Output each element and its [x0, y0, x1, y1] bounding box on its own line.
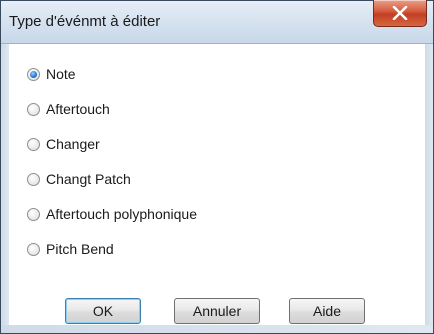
radio-option-aftertouch[interactable]: Aftertouch: [27, 98, 110, 120]
radio-button-checked[interactable]: [27, 67, 40, 81]
radio-label: Aftertouch polyphonique: [46, 206, 197, 222]
radio-option-pitch-bend[interactable]: Pitch Bend: [27, 238, 114, 260]
dialog-window: Type d'événmt à éditer Note Aftertouch C…: [0, 0, 434, 334]
radio-button[interactable]: [27, 242, 40, 256]
title-bar[interactable]: Type d'événmt à éditer: [1, 0, 433, 44]
radio-option-note[interactable]: Note: [27, 63, 76, 85]
radio-label: Pitch Bend: [46, 241, 114, 257]
help-button[interactable]: Aide: [289, 298, 365, 324]
close-icon: [392, 6, 408, 20]
window-frame-bottom: [1, 325, 433, 333]
radio-button[interactable]: [27, 137, 40, 151]
radio-label: Changer: [46, 136, 100, 152]
radio-option-aftertouch-polyphonique[interactable]: Aftertouch polyphonique: [27, 203, 197, 225]
window-frame-right: [425, 44, 433, 333]
radio-label: Note: [46, 66, 76, 82]
radio-label: Changt Patch: [46, 171, 131, 187]
radio-button[interactable]: [27, 172, 40, 186]
close-button[interactable]: [373, 0, 427, 27]
dialog-content: Note Aftertouch Changer Changt Patch Aft…: [9, 44, 425, 325]
cancel-button[interactable]: Annuler: [174, 298, 260, 324]
radio-button[interactable]: [27, 102, 40, 116]
radio-option-changt-patch[interactable]: Changt Patch: [27, 168, 131, 190]
radio-option-changer[interactable]: Changer: [27, 133, 100, 155]
window-frame-left: [1, 44, 9, 333]
radio-button[interactable]: [27, 207, 40, 221]
radio-label: Aftertouch: [46, 101, 110, 117]
dialog-title: Type d'événmt à éditer: [9, 13, 161, 30]
ok-button[interactable]: OK: [65, 298, 141, 324]
